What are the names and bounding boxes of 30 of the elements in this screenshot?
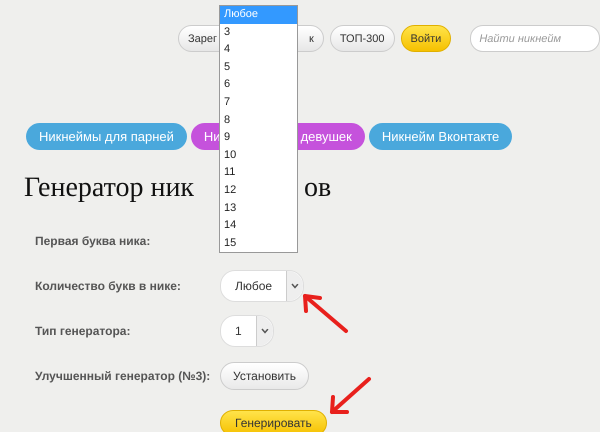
field-label: Количество букв в нике: bbox=[35, 278, 182, 292]
dropdown-option[interactable]: 4 bbox=[220, 41, 297, 59]
select-field[interactable]: 1 bbox=[220, 314, 274, 346]
install-button[interactable]: Установить bbox=[220, 362, 309, 390]
field-label: Улучшенный генератор (№3): bbox=[35, 368, 212, 382]
generate-button[interactable]: Генерировать bbox=[220, 410, 327, 432]
dropdown-option[interactable]: 5 bbox=[220, 58, 297, 76]
search-field[interactable]: Найти никнейм bbox=[470, 25, 600, 52]
dropdown-option[interactable]: 14 bbox=[220, 217, 297, 235]
field-label: Первая буква ника: bbox=[35, 234, 152, 248]
dropdown-option[interactable]: 15 bbox=[220, 234, 297, 252]
dropdown-option[interactable]: 11 bbox=[220, 164, 297, 182]
page-title: Генератор ник bbox=[24, 172, 194, 204]
dropdown-option[interactable]: 10 bbox=[220, 146, 297, 164]
dropdown-option[interactable]: 3 bbox=[220, 24, 297, 42]
field-label: Тип генератора: bbox=[35, 324, 132, 338]
nav-button[interactable]: ТОП-300 bbox=[330, 25, 395, 52]
dropdown-option[interactable]: 9 bbox=[220, 129, 297, 147]
dropdown-option[interactable]: 12 bbox=[220, 182, 297, 200]
caret-icon bbox=[256, 316, 273, 346]
annotation-arrow bbox=[300, 292, 350, 334]
annotation-arrow bbox=[328, 376, 372, 416]
dropdown-option[interactable]: 7 bbox=[220, 94, 297, 112]
caret-icon bbox=[286, 270, 304, 300]
dropdown-option[interactable]: 6 bbox=[220, 76, 297, 94]
dropdown-option[interactable]: 13 bbox=[220, 200, 297, 218]
page-title: ов bbox=[304, 172, 332, 204]
select-field[interactable]: Любое bbox=[220, 270, 304, 302]
nav-button[interactable]: Войти bbox=[400, 25, 452, 52]
dropdown-option[interactable]: 8 bbox=[220, 112, 297, 130]
